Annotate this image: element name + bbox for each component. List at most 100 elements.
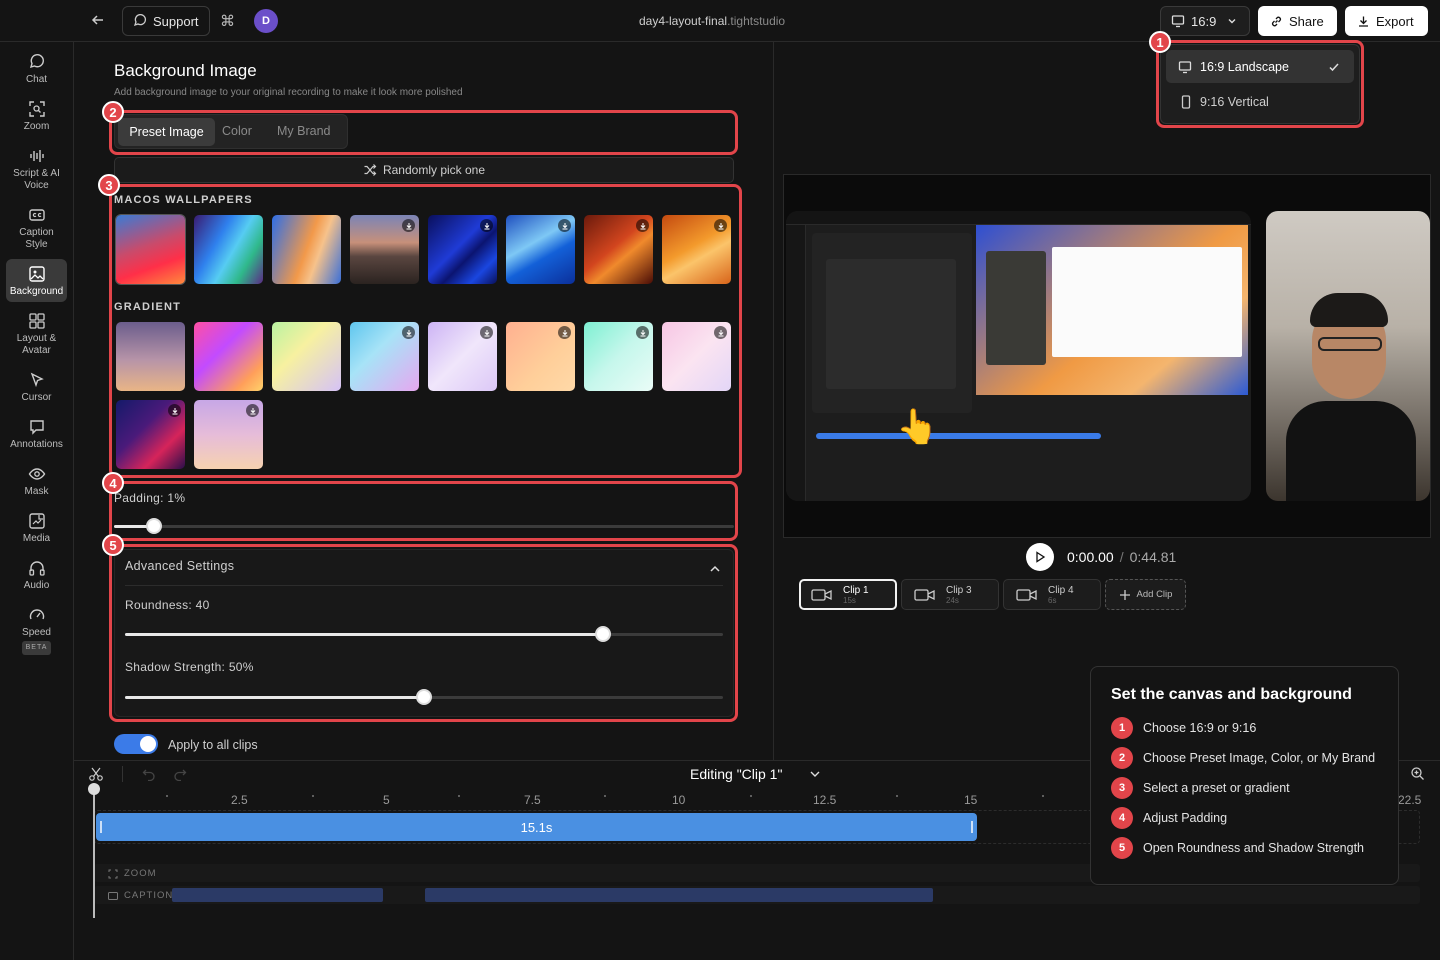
aspect-ratio-dropdown[interactable]: 16:9 (1160, 6, 1250, 36)
ruler-label: 22.5 (1398, 793, 1422, 807)
time-display: 0:00.00 / 0:44.81 (1067, 549, 1176, 565)
ratio-option-label: 9:16 Vertical (1200, 95, 1269, 109)
tab-preset-image[interactable]: Preset Image (118, 118, 215, 146)
time-separator: / (1119, 549, 1124, 565)
layout-grid-icon (28, 313, 45, 329)
caption-track-label: CAPTION (108, 890, 173, 901)
sidebar-item-audio[interactable]: Audio (6, 553, 67, 597)
shadow-strength-slider-handle[interactable] (416, 689, 432, 705)
ratio-option-landscape[interactable]: 16:9 Landscape (1166, 50, 1354, 83)
playhead[interactable] (93, 790, 95, 918)
sidebar-item-script-ai-voice[interactable]: Script & AI Voice (6, 141, 67, 193)
sidebar-item-cursor[interactable]: Cursor (6, 365, 67, 409)
sidebar-item-chat[interactable]: Chat (6, 47, 67, 91)
ruler-tick (458, 795, 460, 797)
download-icon (558, 219, 571, 232)
tab-label: Color (222, 124, 252, 138)
download-icon (1359, 16, 1368, 27)
gradient-thumb[interactable] (116, 322, 185, 391)
tab-label: Preset Image (129, 125, 204, 139)
ruler-label: 2.5 (231, 793, 248, 807)
ruler-label: 15 (964, 793, 978, 807)
support-label: Support (153, 13, 199, 29)
scissors-icon[interactable] (88, 766, 104, 782)
trim-handle-left[interactable] (100, 821, 102, 833)
padding-slider[interactable] (114, 525, 734, 528)
tab-my-brand[interactable]: My Brand (277, 124, 331, 138)
sidebar-item-layout-avatar[interactable]: Layout & Avatar (6, 306, 67, 358)
chevron-up-icon[interactable] (708, 562, 722, 576)
gradient-thumb[interactable] (194, 400, 263, 469)
clip-tab-4[interactable]: Clip 4 6s (1003, 579, 1101, 610)
chevron-down-icon[interactable] (808, 767, 822, 781)
download-icon (402, 219, 415, 232)
undo-icon[interactable] (142, 767, 156, 781)
ratio-option-vertical[interactable]: 9:16 Vertical (1166, 86, 1354, 118)
gradient-thumb[interactable] (350, 322, 419, 391)
wallpaper-thumb[interactable] (584, 215, 653, 284)
sidebar-item-media[interactable]: Media (6, 506, 67, 550)
sidebar-item-zoom[interactable]: Zoom (6, 94, 67, 138)
play-button[interactable] (1026, 543, 1054, 571)
step-text: Open Roundness and Shadow Strength (1143, 841, 1364, 855)
command-icon[interactable]: ⌘ (220, 12, 235, 30)
share-button[interactable]: Share (1258, 6, 1337, 36)
sidebar-item-mask[interactable]: Mask (6, 459, 67, 503)
gradient-thumb[interactable] (272, 322, 341, 391)
export-label: Export (1376, 13, 1414, 29)
redo-icon[interactable] (173, 767, 187, 781)
wallpaper-thumb[interactable] (350, 215, 419, 284)
zoom-in-icon[interactable] (1410, 766, 1425, 781)
random-pick-label: Randomly pick one (382, 163, 486, 177)
gradient-thumb[interactable] (662, 322, 731, 391)
sidebar-item-caption-style[interactable]: Caption Style (6, 200, 67, 252)
playhead-handle[interactable] (88, 783, 100, 795)
gradient-thumb[interactable] (116, 400, 185, 469)
clip-track-segment[interactable]: 15.1s (96, 813, 977, 841)
sidebar-item-label: Audio (23, 580, 50, 591)
checkmark-icon (1329, 62, 1339, 71)
avatar[interactable]: D (254, 9, 278, 33)
wallpaper-thumb[interactable] (116, 215, 185, 284)
gradient-thumb[interactable] (194, 322, 263, 391)
gradient-thumb[interactable] (584, 322, 653, 391)
random-pick-button[interactable]: Randomly pick one (114, 157, 734, 183)
captions-icon (28, 209, 45, 221)
callout-badge-4: 4 (102, 472, 124, 494)
video-preview[interactable]: 👆 (783, 174, 1431, 538)
avatar-initial: D (262, 15, 270, 27)
gradient-thumb[interactable] (506, 322, 575, 391)
guide-step: 4 Adjust Padding (1111, 807, 1227, 829)
back-arrow-icon[interactable] (90, 12, 106, 28)
sidebar-item-label: Mask (24, 486, 49, 497)
export-button[interactable]: Export (1345, 6, 1428, 36)
caption-segment[interactable] (172, 888, 383, 902)
support-button[interactable]: Support (122, 6, 210, 36)
clip-name: Clip 4 (1048, 584, 1074, 596)
sidebar-item-label: Layout & Avatar (16, 333, 57, 356)
wallpaper-thumb[interactable] (662, 215, 731, 284)
zoom-track-label: ZOOM (108, 868, 157, 879)
clip-tab-3[interactable]: Clip 3 24s (901, 579, 999, 610)
sidebar-item-speed[interactable]: Speed BETA (6, 600, 67, 656)
caption-segment[interactable] (425, 888, 933, 902)
add-clip-button[interactable]: Add Clip (1105, 579, 1186, 610)
step-text: Select a preset or gradient (1143, 781, 1290, 795)
ruler-tick (896, 795, 898, 797)
apply-all-toggle[interactable] (114, 734, 158, 754)
wallpaper-thumb[interactable] (194, 215, 263, 284)
sidebar-item-annotations[interactable]: Annotations (6, 412, 67, 456)
tab-color[interactable]: Color (222, 124, 252, 138)
step-number: 5 (1111, 837, 1133, 859)
download-icon (480, 326, 493, 339)
clip-tab-1[interactable]: Clip 1 15s (799, 579, 897, 610)
wallpaper-thumb[interactable] (272, 215, 341, 284)
step-number: 1 (1111, 717, 1133, 739)
trim-handle-right[interactable] (971, 821, 973, 833)
divider (122, 766, 123, 782)
gradient-thumb[interactable] (428, 322, 497, 391)
wallpaper-thumb[interactable] (506, 215, 575, 284)
wallpaper-thumb[interactable] (428, 215, 497, 284)
sidebar-item-background[interactable]: Background (6, 259, 67, 302)
top-bar: Support ⌘ D day4-layout-final .tightstudi… (0, 0, 1440, 42)
